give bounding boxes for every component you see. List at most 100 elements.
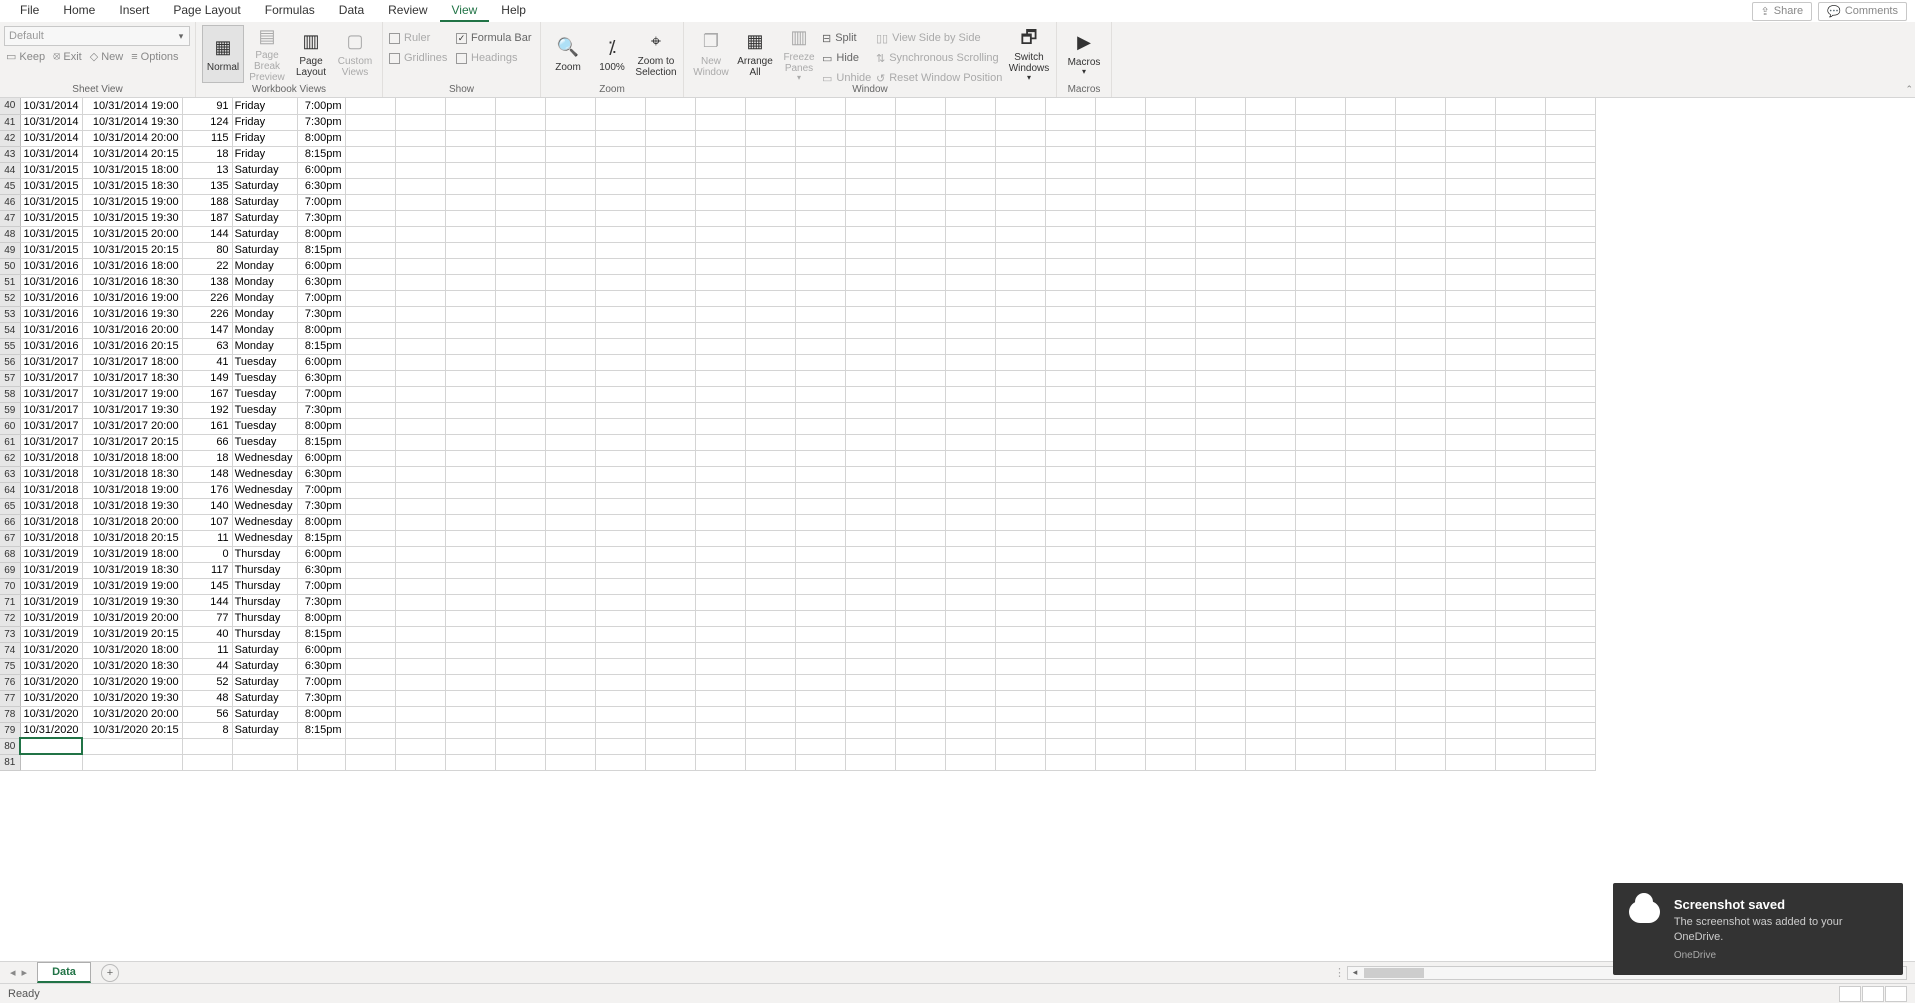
cell[interactable]	[1495, 274, 1545, 290]
cell[interactable]	[995, 242, 1045, 258]
cell[interactable]	[695, 226, 745, 242]
cell[interactable]: 187	[182, 210, 232, 226]
cell[interactable]	[445, 498, 495, 514]
cell[interactable]	[745, 642, 795, 658]
cell[interactable]	[1145, 370, 1195, 386]
cell[interactable]	[1445, 98, 1495, 114]
cell[interactable]	[695, 338, 745, 354]
cell[interactable]	[495, 738, 545, 754]
cell[interactable]	[1345, 658, 1395, 674]
cell[interactable]	[845, 130, 895, 146]
cell[interactable]	[845, 402, 895, 418]
cell[interactable]	[1145, 242, 1195, 258]
cell[interactable]	[1345, 546, 1395, 562]
notification-toast[interactable]: Screenshot saved The screenshot was adde…	[1613, 883, 1903, 975]
cell[interactable]	[495, 322, 545, 338]
cell[interactable]	[445, 274, 495, 290]
cell[interactable]: 8:15pm	[297, 338, 345, 354]
cell[interactable]	[345, 482, 395, 498]
cell[interactable]	[1395, 626, 1445, 642]
cell[interactable]	[595, 242, 645, 258]
cell[interactable]: 188	[182, 194, 232, 210]
cell[interactable]: Tuesday	[232, 354, 297, 370]
cell[interactable]	[495, 546, 545, 562]
cell[interactable]	[495, 226, 545, 242]
cell[interactable]	[1295, 546, 1345, 562]
cell[interactable]	[1195, 610, 1245, 626]
cell[interactable]	[845, 450, 895, 466]
cell[interactable]	[345, 114, 395, 130]
cell[interactable]: 10/31/2016 19:00	[82, 290, 182, 306]
cell[interactable]	[395, 130, 445, 146]
row-header[interactable]: 65	[0, 498, 20, 514]
cell[interactable]	[545, 642, 595, 658]
cell[interactable]	[1445, 690, 1495, 706]
cell[interactable]	[1095, 738, 1145, 754]
cell[interactable]	[395, 354, 445, 370]
cell[interactable]	[1345, 530, 1395, 546]
cell[interactable]	[345, 338, 395, 354]
cell[interactable]	[1295, 146, 1345, 162]
cell[interactable]	[395, 258, 445, 274]
menu-formulas[interactable]: Formulas	[253, 0, 327, 22]
cell[interactable]: 10/31/2017	[20, 370, 82, 386]
cell[interactable]	[495, 242, 545, 258]
cell[interactable]	[1445, 210, 1495, 226]
cell[interactable]	[445, 290, 495, 306]
cell[interactable]	[1545, 482, 1595, 498]
custom-views-button[interactable]: ▢ Custom Views	[334, 25, 376, 83]
new-window-button[interactable]: ❐New Window	[690, 25, 732, 83]
cell[interactable]	[495, 594, 545, 610]
cell[interactable]	[1095, 658, 1145, 674]
cell[interactable]: Saturday	[232, 194, 297, 210]
cell[interactable]	[1345, 610, 1395, 626]
cell[interactable]	[1195, 114, 1245, 130]
cell[interactable]	[895, 482, 945, 498]
cell[interactable]	[1495, 258, 1545, 274]
cell[interactable]	[595, 690, 645, 706]
cell[interactable]	[745, 114, 795, 130]
cell[interactable]	[845, 322, 895, 338]
cell[interactable]	[895, 402, 945, 418]
cell[interactable]	[1195, 466, 1245, 482]
cell[interactable]: 10/31/2016	[20, 274, 82, 290]
cell[interactable]	[1145, 482, 1195, 498]
cell[interactable]	[1345, 498, 1395, 514]
cell[interactable]	[695, 562, 745, 578]
cell[interactable]	[1495, 146, 1545, 162]
cell[interactable]: 10/31/2014	[20, 114, 82, 130]
cell[interactable]	[1395, 578, 1445, 594]
cell[interactable]	[645, 322, 695, 338]
cell[interactable]	[645, 178, 695, 194]
cell[interactable]	[1195, 482, 1245, 498]
cell[interactable]	[795, 690, 845, 706]
cell[interactable]	[1095, 482, 1145, 498]
cell[interactable]	[595, 498, 645, 514]
menu-data[interactable]: Data	[327, 0, 376, 22]
cell[interactable]	[945, 274, 995, 290]
cell[interactable]	[445, 706, 495, 722]
cell[interactable]	[595, 130, 645, 146]
cell[interactable]	[645, 674, 695, 690]
cell[interactable]	[895, 514, 945, 530]
cell[interactable]	[1445, 626, 1495, 642]
cell[interactable]	[795, 402, 845, 418]
cell[interactable]	[1545, 274, 1595, 290]
cell[interactable]: 6:30pm	[297, 562, 345, 578]
cell[interactable]	[1095, 498, 1145, 514]
cell[interactable]	[1095, 194, 1145, 210]
cell[interactable]: 66	[182, 434, 232, 450]
cell[interactable]	[595, 626, 645, 642]
cell[interactable]	[545, 178, 595, 194]
cell[interactable]	[895, 642, 945, 658]
cell[interactable]	[595, 210, 645, 226]
cell[interactable]	[545, 418, 595, 434]
cell[interactable]	[395, 626, 445, 642]
cell[interactable]	[1545, 210, 1595, 226]
cell[interactable]	[995, 354, 1045, 370]
cell[interactable]	[1045, 146, 1095, 162]
cell[interactable]	[1345, 738, 1395, 754]
cell[interactable]	[1195, 450, 1245, 466]
cell[interactable]	[1445, 354, 1495, 370]
zoom-to-selection-button[interactable]: ⌖Zoom to Selection	[635, 25, 677, 83]
